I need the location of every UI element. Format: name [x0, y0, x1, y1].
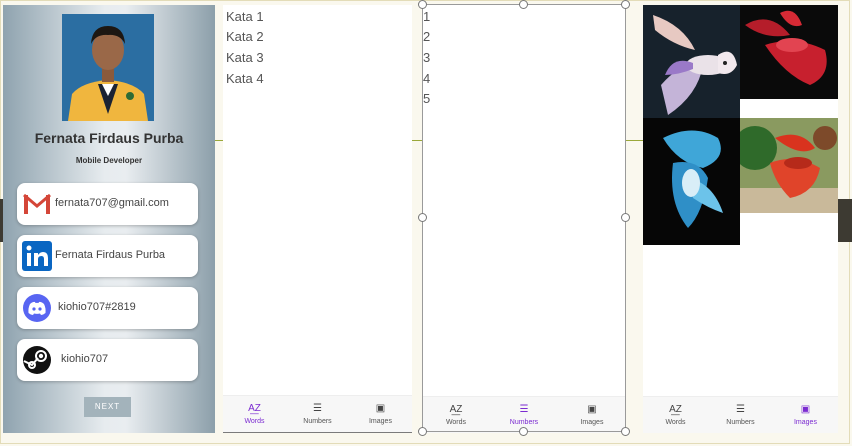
images-screen: A͟Z Words ☰ Numbers ▣ Images	[643, 5, 838, 433]
word-item[interactable]: Kata 4	[226, 71, 264, 86]
resize-handle[interactable]	[418, 0, 427, 9]
tab-images-label: Images	[368, 418, 392, 425]
tab-numbers-label: Numbers	[726, 419, 755, 426]
contact-steam-text: kiohio707	[61, 353, 109, 365]
edge-handle-right[interactable]	[838, 199, 852, 242]
tab-numbers[interactable]: ☰ Numbers	[286, 396, 349, 432]
bottom-navigation: A͟Z Words ☰ Numbers ▣ Images	[643, 396, 838, 433]
betta-fish-red-image[interactable]	[740, 5, 838, 99]
contact-discord-text: kiohio707#2819	[58, 301, 136, 313]
tab-images-label: Images	[793, 419, 817, 426]
resize-handle[interactable]	[519, 0, 528, 9]
contact-discord[interactable]: kiohio707#2819	[17, 287, 198, 329]
resize-handle[interactable]	[519, 427, 528, 436]
profile-role: Mobile Developer	[75, 156, 143, 165]
tab-words[interactable]: A͟Z Words	[643, 397, 708, 433]
discord-icon	[22, 293, 52, 323]
resize-handle[interactable]	[418, 427, 427, 436]
words-screen: Kata 1 Kata 2 Kata 3 Kata 4 A͟Z Words ☰ …	[223, 5, 412, 433]
tab-images[interactable]: ▣ Images	[349, 396, 412, 432]
tab-words-label: Words	[665, 419, 686, 426]
contact-email[interactable]: fernata707@gmail.com	[17, 183, 198, 225]
resize-handle[interactable]	[621, 427, 630, 436]
list-numbered-icon: ☰	[735, 404, 745, 415]
betta-fish-blue-image[interactable]	[643, 118, 740, 245]
bottom-navigation: A͟Z Words ☰ Numbers ▣ Images	[223, 395, 412, 433]
steam-icon	[22, 345, 52, 375]
contact-linkedin[interactable]: Fernata Firdaus Purba	[17, 235, 198, 277]
contact-email-text: fernata707@gmail.com	[55, 197, 169, 209]
tab-numbers-label: Numbers	[303, 418, 332, 425]
word-item[interactable]: Kata 3	[226, 50, 264, 65]
resize-handle[interactable]	[621, 0, 630, 9]
linkedin-icon	[22, 241, 52, 271]
contact-linkedin-text: Fernata Firdaus Purba	[55, 249, 166, 261]
image-icon: ▣	[800, 404, 811, 415]
sort-az-icon: A͟Z	[669, 404, 682, 415]
tab-images[interactable]: ▣ Images	[773, 397, 838, 433]
word-item[interactable]: Kata 2	[226, 29, 264, 44]
list-numbered-icon: ☰	[312, 403, 322, 414]
profile-photo	[62, 14, 154, 121]
selection-box	[422, 4, 626, 432]
sort-az-icon: A͟Z	[248, 403, 261, 414]
profile-screen: Fernata Firdaus Purba Mobile Developer f…	[3, 5, 215, 433]
betta-fish-red-green-image[interactable]	[740, 118, 838, 213]
profile-name: Fernata Firdaus Purba	[34, 130, 184, 146]
gmail-icon	[22, 189, 52, 219]
tab-words-label: Words	[244, 418, 265, 425]
contact-steam[interactable]: kiohio707	[17, 339, 198, 381]
tab-words[interactable]: A͟Z Words	[223, 396, 286, 432]
next-button[interactable]: NEXT	[84, 397, 131, 417]
constraint-line	[626, 140, 643, 141]
resize-handle[interactable]	[418, 213, 427, 222]
resize-handle[interactable]	[621, 213, 630, 222]
betta-fish-white-image[interactable]	[643, 5, 740, 118]
word-item[interactable]: Kata 1	[226, 9, 264, 24]
image-icon: ▣	[375, 403, 386, 414]
tab-numbers[interactable]: ☰ Numbers	[708, 397, 773, 433]
